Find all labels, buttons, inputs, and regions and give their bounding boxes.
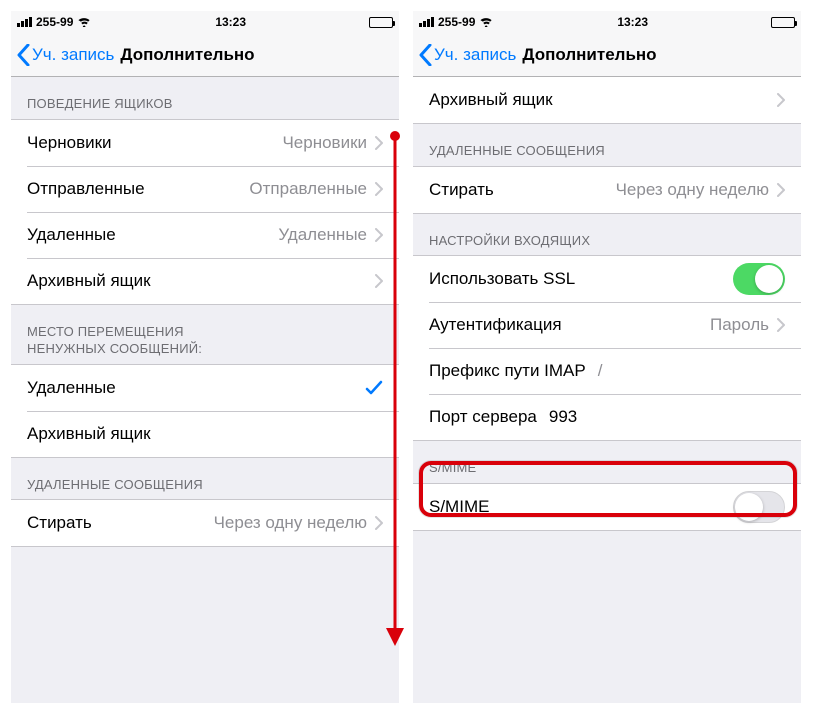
auth-value: Пароль: [710, 315, 775, 335]
server-port-value: 993: [549, 407, 577, 427]
section-incoming-settings: НАСТРОЙКИ ВХОДЯЩИХ: [413, 214, 801, 256]
deleted-value: Удаленные: [278, 225, 373, 245]
status-bar: 255-99 13:23: [11, 11, 399, 33]
carrier-label: 255-99: [438, 15, 475, 29]
row-imap-prefix[interactable]: Префикс пути IMAP /: [413, 348, 801, 394]
drafts-label: Черновики: [27, 133, 112, 153]
battery-icon: [771, 17, 795, 28]
section-deleted-messages: УДАЛЕННЫЕ СООБЩЕНИЯ: [11, 458, 399, 500]
row-remove[interactable]: Стирать Через одну неделю: [413, 167, 801, 213]
use-ssl-label: Использовать SSL: [429, 269, 575, 289]
archive-label: Архивный ящик: [429, 90, 553, 110]
signal-icon: [419, 17, 434, 27]
smime-toggle[interactable]: [733, 491, 785, 523]
phone-screen-left: 255-99 13:23 Уч. запись Дополнительно ПО…: [10, 10, 400, 704]
back-label: Уч. запись: [434, 45, 516, 65]
chevron-left-icon: [419, 44, 432, 66]
row-sent[interactable]: Отправленные Отправленные: [11, 166, 399, 212]
chevron-left-icon: [17, 44, 30, 66]
sent-label: Отправленные: [27, 179, 145, 199]
page-title: Дополнительно: [522, 45, 656, 65]
row-server-port[interactable]: Порт сервера 993: [413, 394, 801, 440]
row-use-ssl[interactable]: Использовать SSL: [413, 256, 801, 302]
settings-content: Архивный ящик УДАЛЕННЫЕ СООБЩЕНИЯ Стират…: [413, 77, 801, 553]
sent-value: Отправленные: [249, 179, 373, 199]
auth-label: Аутентификация: [429, 315, 562, 335]
back-button[interactable]: Уч. запись: [419, 44, 516, 66]
deleted-label: Удаленные: [27, 225, 116, 245]
page-title: Дополнительно: [120, 45, 254, 65]
option-deleted-label: Удаленные: [27, 378, 116, 398]
row-remove[interactable]: Стирать Через одну неделю: [11, 500, 399, 546]
chevron-right-icon: [777, 183, 785, 197]
imap-prefix-label: Префикс пути IMAP: [429, 361, 586, 381]
drafts-value: Черновики: [282, 133, 373, 153]
section-mailbox-behavior: ПОВЕДЕНИЕ ЯЩИКОВ: [11, 77, 399, 119]
chevron-right-icon: [375, 136, 383, 150]
chevron-right-icon: [375, 516, 383, 530]
row-archive[interactable]: Архивный ящик: [413, 77, 801, 123]
smime-label: S/MIME: [429, 497, 489, 517]
server-port-label: Порт сервера: [429, 407, 537, 427]
row-smime[interactable]: S/MIME: [413, 484, 801, 530]
remove-value: Через одну неделю: [616, 180, 775, 200]
wifi-icon: [77, 15, 92, 30]
row-archive[interactable]: Архивный ящик: [11, 258, 399, 304]
checkmark-icon: [365, 379, 383, 397]
option-archive-label: Архивный ящик: [27, 424, 151, 444]
use-ssl-toggle[interactable]: [733, 263, 785, 295]
nav-bar: Уч. запись Дополнительно: [11, 33, 399, 77]
row-authentication[interactable]: Аутентификация Пароль: [413, 302, 801, 348]
row-option-archive[interactable]: Архивный ящик: [11, 411, 399, 457]
signal-icon: [17, 17, 32, 27]
chevron-right-icon: [375, 274, 383, 288]
remove-label: Стирать: [429, 180, 494, 200]
chevron-right-icon: [375, 228, 383, 242]
imap-prefix-value: /: [598, 361, 603, 381]
section-move-discarded: МЕСТО ПЕРЕМЕЩЕНИЯ НЕНУЖНЫХ СООБЩЕНИЙ:: [11, 305, 399, 364]
status-bar: 255-99 13:23: [413, 11, 801, 33]
phone-screen-right: 255-99 13:23 Уч. запись Дополнительно Ар…: [412, 10, 802, 704]
carrier-label: 255-99: [36, 15, 73, 29]
battery-icon: [369, 17, 393, 28]
section-deleted-messages: УДАЛЕННЫЕ СООБЩЕНИЯ: [413, 124, 801, 166]
remove-value: Через одну неделю: [214, 513, 373, 533]
chevron-right-icon: [375, 182, 383, 196]
wifi-icon: [479, 15, 494, 30]
remove-label: Стирать: [27, 513, 92, 533]
clock-label: 13:23: [215, 15, 246, 29]
chevron-right-icon: [777, 318, 785, 332]
row-drafts[interactable]: Черновики Черновики: [11, 120, 399, 166]
row-deleted[interactable]: Удаленные Удаленные: [11, 212, 399, 258]
clock-label: 13:23: [617, 15, 648, 29]
settings-content: ПОВЕДЕНИЕ ЯЩИКОВ Черновики Черновики Отп…: [11, 77, 399, 569]
back-button[interactable]: Уч. запись: [17, 44, 114, 66]
row-option-deleted[interactable]: Удаленные: [11, 365, 399, 411]
chevron-right-icon: [777, 93, 785, 107]
section-smime: S/MIME: [413, 441, 801, 483]
nav-bar: Уч. запись Дополнительно: [413, 33, 801, 77]
archive-label: Архивный ящик: [27, 271, 151, 291]
back-label: Уч. запись: [32, 45, 114, 65]
